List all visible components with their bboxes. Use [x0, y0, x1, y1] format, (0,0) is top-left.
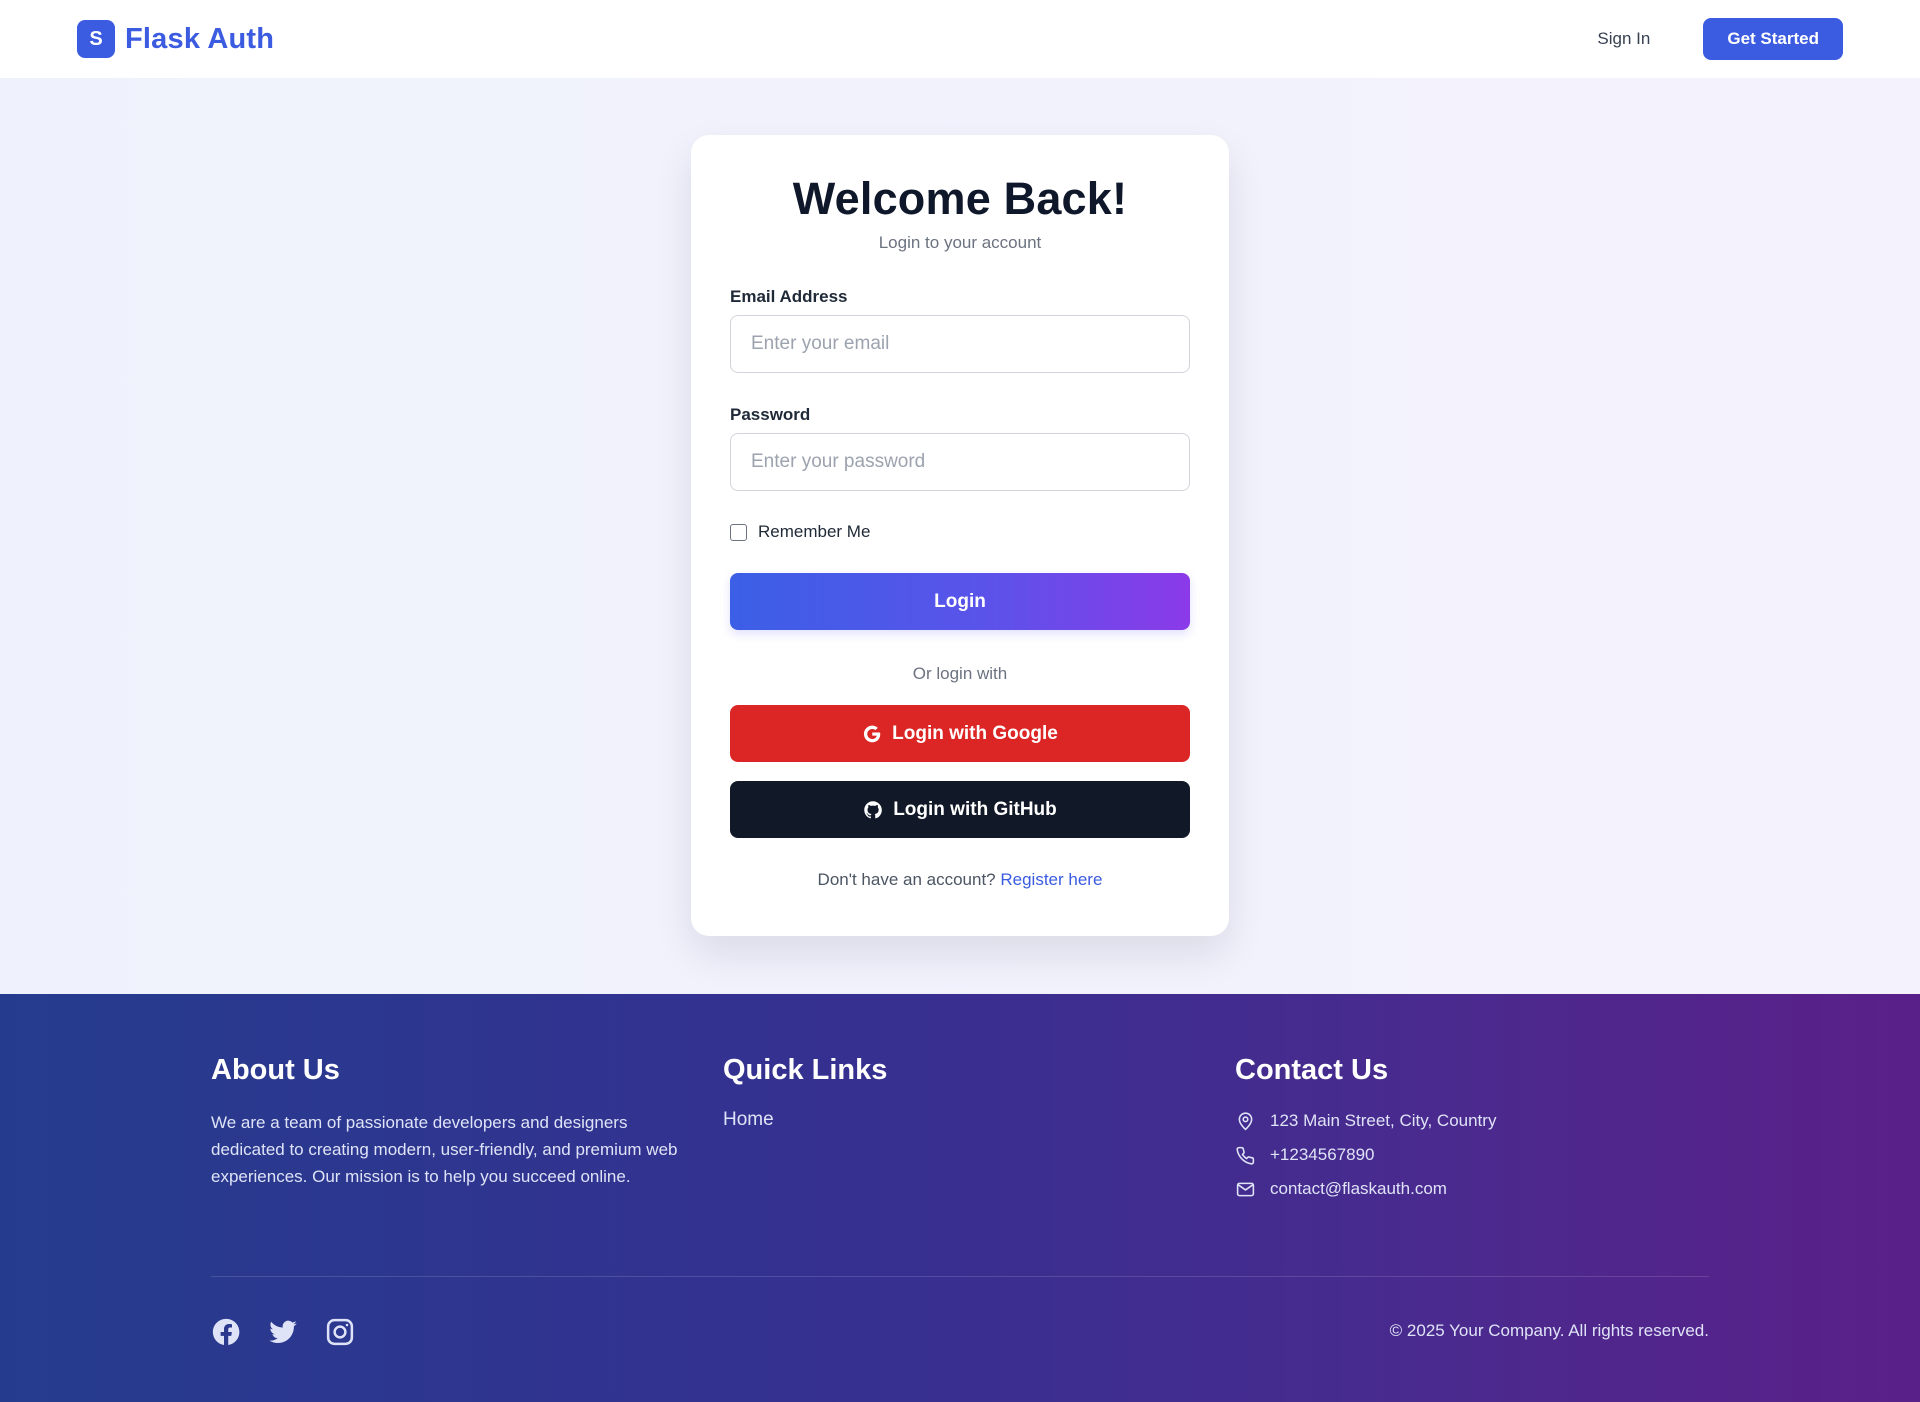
header-nav: Sign In Get Started: [1597, 18, 1843, 60]
copyright-text: © 2025 Your Company. All rights reserved…: [1389, 1321, 1709, 1340]
site-footer: About Us We are a team of passionate dev…: [0, 994, 1920, 1402]
password-label: Password: [730, 405, 811, 424]
instagram-link[interactable]: [325, 1317, 355, 1347]
mail-icon: [1236, 1182, 1255, 1196]
footer-divider: [211, 1276, 1709, 1277]
login-google-button[interactable]: Login with Google: [730, 705, 1190, 762]
twitter-link[interactable]: [268, 1317, 298, 1347]
sign-in-link[interactable]: Sign In: [1597, 29, 1650, 49]
brand-badge: S: [77, 20, 115, 58]
login-button[interactable]: Login: [730, 573, 1190, 630]
contact-address: 123 Main Street, City, Country: [1235, 1109, 1709, 1133]
map-pin-icon: [1238, 1111, 1253, 1130]
main-area: Welcome Back! Login to your account Emai…: [0, 78, 1920, 994]
social-links: [211, 1317, 355, 1347]
footer-columns: About Us We are a team of passionate dev…: [211, 1054, 1709, 1211]
footer-link-home[interactable]: Home: [723, 1109, 1235, 1131]
login-title: Welcome Back!: [792, 173, 1128, 224]
or-login-with-text: Or login with: [912, 664, 1008, 683]
login-github-button[interactable]: Login with GitHub: [730, 781, 1190, 838]
contact-address-text: 123 Main Street, City, Country: [1270, 1111, 1497, 1130]
instagram-icon: [326, 1318, 354, 1346]
brand-name: Flask Auth: [125, 22, 275, 55]
contact-phone-text: +1234567890: [1270, 1145, 1375, 1164]
footer-quick-links: Quick Links Home: [723, 1054, 1235, 1211]
brand-logo[interactable]: S Flask Auth: [77, 20, 274, 58]
remember-me-checkbox[interactable]: [730, 523, 747, 541]
facebook-link[interactable]: [211, 1317, 241, 1347]
about-heading: About Us: [211, 1054, 340, 1086]
login-card: Welcome Back! Login to your account Emai…: [691, 135, 1229, 936]
login-button-label: Login: [934, 590, 986, 612]
contact-email: contact@flaskauth.com: [1235, 1177, 1709, 1201]
footer-about: About Us We are a team of passionate dev…: [211, 1054, 723, 1211]
get-started-button[interactable]: Get Started: [1703, 18, 1843, 60]
top-navbar: S Flask Auth Sign In Get Started: [0, 0, 1920, 78]
register-link[interactable]: Register here: [1000, 870, 1102, 889]
quick-links-heading: Quick Links: [723, 1054, 888, 1086]
login-github-label: Login with GitHub: [893, 798, 1057, 820]
email-input[interactable]: [730, 315, 1190, 373]
contact-heading: Contact Us: [1235, 1054, 1389, 1086]
facebook-icon: [212, 1318, 240, 1345]
google-icon: [864, 725, 881, 742]
twitter-icon: [269, 1320, 297, 1343]
contact-email-text: contact@flaskauth.com: [1270, 1179, 1447, 1198]
contact-list: 123 Main Street, City, Country +12345678…: [1235, 1109, 1709, 1201]
password-input[interactable]: [730, 433, 1190, 491]
login-google-label: Login with Google: [892, 722, 1058, 744]
remember-me-label[interactable]: Remember Me: [758, 522, 870, 542]
contact-phone: +1234567890: [1235, 1143, 1709, 1167]
footer-contact: Contact Us 123 Main Street, City, Countr…: [1235, 1054, 1709, 1211]
email-label: Email Address: [730, 287, 848, 306]
github-icon: [864, 800, 883, 818]
remember-me-row: Remember Me: [730, 522, 1190, 542]
phone-icon: [1236, 1146, 1255, 1165]
login-subtitle: Login to your account: [878, 233, 1042, 252]
register-prompt-text: Don't have an account?: [817, 870, 996, 889]
register-prompt: Don't have an account? Register here: [730, 870, 1190, 890]
about-text: We are a team of passionate developers a…: [211, 1113, 678, 1186]
